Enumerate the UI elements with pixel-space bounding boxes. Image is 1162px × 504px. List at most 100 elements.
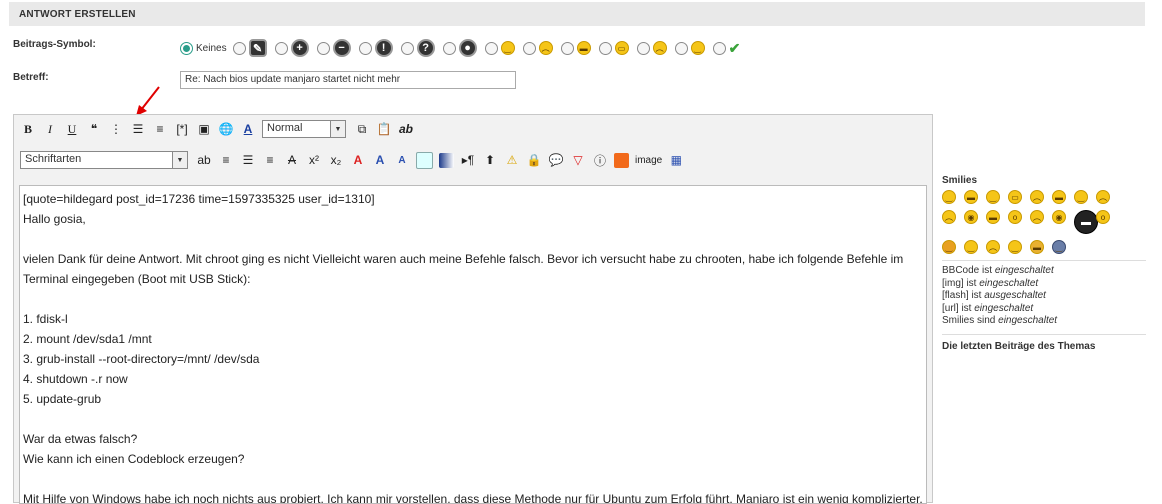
post-icon-radio-wink[interactable]	[674, 41, 688, 55]
align-right-icon[interactable]: ≡	[262, 151, 278, 169]
smiley-icon[interactable]: ‿	[1008, 240, 1022, 254]
question-icon: ?	[416, 39, 435, 57]
exclamation-icon: !	[374, 39, 393, 57]
subscript-icon[interactable]: x₂	[328, 151, 344, 169]
smiley-icon[interactable]: ◉	[1052, 210, 1066, 224]
grin-icon: ▬	[576, 41, 591, 55]
insert-link-icon[interactable]: 🌐	[218, 120, 234, 138]
numbered-list-icon[interactable]: ≡	[152, 120, 168, 138]
chevron-down-icon: ▼	[330, 121, 345, 137]
code-icon[interactable]: ⋮	[108, 120, 124, 138]
chevron-down-icon: ▼	[172, 152, 187, 168]
spoiler-icon[interactable]: ▽	[570, 151, 586, 169]
post-icon-radio-question[interactable]	[400, 41, 414, 55]
quote-icon[interactable]: ❝	[86, 120, 102, 138]
info-icon[interactable]: ⓘ	[592, 151, 608, 169]
post-icon-radio-lightbulb[interactable]	[442, 41, 456, 55]
post-icon-radio-smile[interactable]	[484, 41, 498, 55]
image-button[interactable]: image	[635, 151, 662, 169]
copy-icon[interactable]: ⧉	[354, 120, 370, 138]
table-icon[interactable]: ▦	[668, 151, 684, 169]
font-size-medium-icon[interactable]: A	[372, 151, 388, 169]
post-icon-radio-exclamation[interactable]	[358, 41, 372, 55]
smiley-icon[interactable]: ▬	[964, 190, 978, 204]
smiley-icon[interactable]: ▬	[1052, 190, 1066, 204]
plus-icon: +	[290, 39, 309, 57]
smiley-icon[interactable]: ‿	[942, 190, 956, 204]
flash-state: ausgeschaltet	[984, 290, 1046, 301]
smiley-icon[interactable]: ‿	[1074, 190, 1088, 204]
speech-bubble-icon[interactable]: 💬	[548, 151, 564, 169]
post-icon-radio-minus[interactable]	[316, 41, 330, 55]
align-left-icon[interactable]: ≡	[218, 151, 234, 169]
bullet-list-icon[interactable]: ☰	[130, 120, 146, 138]
smiley-devil-icon[interactable]: ‿	[942, 240, 956, 254]
align-center-icon[interactable]: ☰	[240, 151, 256, 169]
post-icon-radio-check[interactable]	[712, 41, 726, 55]
post-icon-radio-none[interactable]	[180, 41, 193, 55]
soundcloud-icon[interactable]	[614, 152, 629, 168]
font-select-value: Schriftarten	[25, 153, 82, 165]
font-color-icon[interactable]: A	[240, 120, 256, 138]
italic-button[interactable]: I	[42, 120, 58, 138]
spellcheck-button[interactable]: ab	[398, 120, 414, 138]
url-prefix: [url] ist	[942, 302, 975, 314]
upload-icon[interactable]: ⬆	[482, 151, 498, 169]
highlight-icon[interactable]: ab	[196, 151, 212, 169]
underline-button[interactable]: U	[64, 120, 80, 138]
smiley-afro-icon[interactable]: ▬	[1074, 210, 1098, 234]
smiley-icon[interactable]: ‿	[986, 190, 1000, 204]
gradient-icon[interactable]	[439, 152, 454, 168]
annotation-arrow-icon	[136, 86, 160, 116]
subject-input[interactable]: Re: Nach bios update manjaro startet nic…	[180, 71, 516, 89]
drop-icon[interactable]	[416, 151, 433, 169]
lock-icon[interactable]: 🔒	[526, 151, 542, 169]
sidebar-divider	[942, 333, 1146, 335]
bold-button[interactable]: B	[20, 120, 36, 138]
smilies-title: Smilies	[942, 175, 978, 186]
smiley-icon[interactable]: ︵	[986, 240, 1000, 254]
smiley-icon[interactable]: ︵	[1030, 210, 1044, 224]
smiley-icon[interactable]: ‿	[964, 240, 978, 254]
smiley-icon[interactable]: ▭	[1008, 190, 1022, 204]
format-select[interactable]: Normal ▼	[262, 120, 346, 138]
font-size-small-icon[interactable]: A	[394, 151, 410, 169]
wink-icon: ‿	[690, 41, 705, 55]
angry-icon: ︵	[538, 41, 553, 55]
list-item-icon[interactable]: [*]	[174, 120, 190, 138]
smiley-icon[interactable]: ◉	[964, 210, 978, 224]
post-icon-radio-edit[interactable]	[232, 41, 246, 55]
superscript-icon[interactable]: x²	[306, 151, 322, 169]
post-icon-radio-sad[interactable]	[636, 41, 650, 55]
post-icon-radio-plus[interactable]	[274, 41, 288, 55]
warning-icon[interactable]: ⚠	[504, 151, 520, 169]
paste-icon[interactable]: 📋	[376, 120, 392, 138]
smiley-icon[interactable]: ▬	[986, 210, 1000, 224]
smiley-icon[interactable]: o	[1096, 210, 1110, 224]
edit-icon: ✎	[248, 39, 267, 57]
insert-image-icon[interactable]: ▣	[196, 120, 212, 138]
post-icon-radio-grin[interactable]	[560, 41, 574, 55]
subject-label: Betreff:	[13, 72, 49, 83]
checkmark-icon: ✔	[728, 39, 741, 56]
smiley-icon[interactable]: ︵	[1096, 190, 1110, 204]
font-size-large-icon[interactable]: A	[350, 151, 366, 169]
smiley-icon[interactable]: ︵	[942, 210, 956, 224]
font-select[interactable]: Schriftarten ▼	[20, 151, 188, 169]
direction-icon[interactable]: ▸¶	[460, 151, 476, 169]
smilies-line: Smilies sind eingeschaltet	[942, 315, 1147, 328]
smiley-icon[interactable]: ▬	[1030, 240, 1044, 254]
url-state: eingeschaltet	[974, 302, 1034, 314]
sidebar-divider	[942, 260, 1146, 261]
url-line: [url] ist eingeschaltet	[942, 303, 1147, 316]
img-prefix: [img] ist	[942, 277, 980, 289]
strikethrough-icon[interactable]: A	[284, 151, 300, 169]
bbcode-status: BBCode ist eingeschaltet [img] ist einge…	[942, 265, 1147, 328]
post-icon-selector: Keines ✎ + − ! ? ● ‿ ︵ ▬ ▭ ︵ ‿ ✔	[180, 38, 740, 58]
smiley-icon[interactable]: o	[1008, 210, 1022, 224]
smiley-police-icon[interactable]: ‿	[1052, 240, 1066, 254]
post-icon-radio-angry[interactable]	[522, 41, 536, 55]
message-textarea[interactable]: [quote=hildegard post_id=17236 time=1597…	[19, 185, 927, 504]
post-icon-radio-laugh[interactable]	[598, 41, 612, 55]
smiley-icon[interactable]: ︵	[1030, 190, 1044, 204]
